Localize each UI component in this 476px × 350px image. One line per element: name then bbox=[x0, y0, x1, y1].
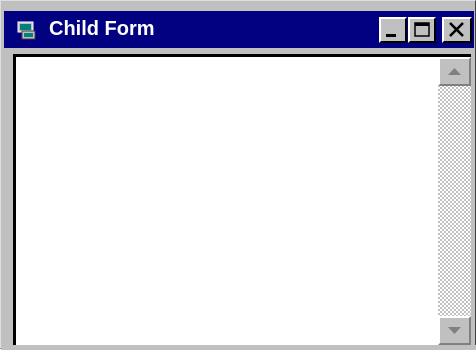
maximize-icon bbox=[414, 22, 430, 37]
close-icon bbox=[449, 22, 464, 37]
window-frame-bottom bbox=[1, 345, 476, 350]
client-area[interactable] bbox=[13, 54, 471, 345]
maximize-button[interactable] bbox=[408, 17, 436, 43]
vertical-scrollbar[interactable] bbox=[438, 57, 471, 345]
child-form-window: Child Form bbox=[0, 0, 476, 350]
title-bar[interactable]: Child Form bbox=[4, 11, 474, 48]
minimize-icon bbox=[386, 34, 396, 37]
scroll-down-button[interactable] bbox=[438, 316, 471, 345]
scroll-up-button[interactable] bbox=[438, 57, 471, 86]
scroll-down-arrow-icon bbox=[448, 327, 461, 334]
minimize-button[interactable] bbox=[379, 17, 407, 43]
scroll-up-arrow-icon bbox=[448, 68, 461, 75]
window-title: Child Form bbox=[49, 18, 155, 40]
child-form-app-icon[interactable] bbox=[16, 19, 38, 41]
close-button[interactable] bbox=[442, 17, 472, 43]
